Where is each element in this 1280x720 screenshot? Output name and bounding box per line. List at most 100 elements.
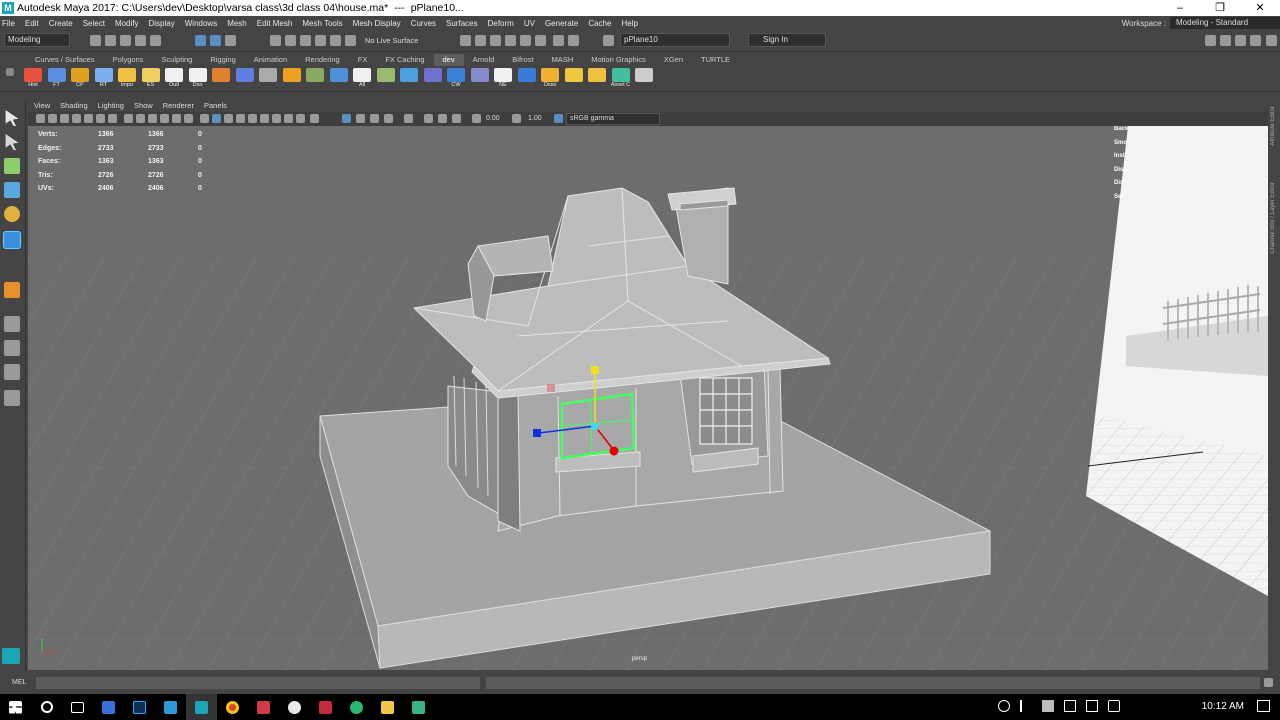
render-settings-icon[interactable] (490, 35, 501, 46)
shelf-button-impo-icon[interactable] (118, 68, 136, 82)
shelf-tab-rendering[interactable]: Rendering (296, 54, 349, 66)
menu-mesh-display[interactable]: Mesh Display (353, 19, 401, 28)
close-button[interactable]: ✕ (1240, 0, 1280, 16)
field-chart-icon[interactable] (160, 114, 169, 123)
notification-icon[interactable] (1257, 700, 1270, 712)
shelf-tab-xgen[interactable]: XGen (655, 54, 692, 66)
gamma-value[interactable]: 1.00 (528, 115, 542, 122)
new-scene-icon[interactable] (90, 35, 101, 46)
shelf-button-27-icon[interactable] (635, 68, 653, 82)
shelf-button-17-icon[interactable] (400, 68, 418, 82)
app-icon-3[interactable] (155, 694, 186, 720)
isolate-select-icon[interactable] (342, 114, 351, 123)
arnold-render-icon[interactable] (535, 35, 546, 46)
menu-edit[interactable]: Edit (25, 19, 39, 28)
viewport-persp[interactable]: Verts: 1366 1366 0 Edges: 2733 2733 0 Faces: 1363… (28, 126, 1268, 670)
panel-menu-panels[interactable]: Panels (204, 101, 227, 110)
sign-in-button[interactable]: Sign In (748, 33, 826, 47)
backface-culling-icon[interactable] (384, 114, 393, 123)
shelf-tab-dev[interactable]: dev (433, 54, 464, 66)
channel-box-tab[interactable]: Channel Box / Layer Editor (1270, 182, 1276, 254)
menu-modify[interactable]: Modify (115, 19, 139, 28)
shelf-tab-animation[interactable]: Animation (245, 54, 296, 66)
playback-icon[interactable] (553, 35, 564, 46)
menu-help[interactable]: Help (621, 19, 637, 28)
menu-generate[interactable]: Generate (545, 19, 578, 28)
shelf-button-10-icon[interactable] (235, 68, 254, 82)
attribute-editor-tab[interactable]: Attribute Editor (1270, 106, 1276, 146)
move-tool-icon[interactable] (4, 182, 20, 198)
shelf-tab-arnold[interactable]: Arnold (464, 54, 504, 66)
snap-surface-icon[interactable] (330, 35, 341, 46)
scale-tool-icon[interactable] (3, 231, 21, 249)
select-tool-icon[interactable] (5, 110, 19, 126)
two-pane-layout-icon[interactable] (4, 364, 20, 380)
snap-point-icon[interactable] (300, 35, 311, 46)
resolution-gate-icon[interactable] (136, 114, 145, 123)
panel-menu-lighting[interactable]: Lighting (98, 101, 124, 110)
menu-display[interactable]: Display (149, 19, 175, 28)
sidebar-toggle-icon[interactable] (603, 35, 614, 46)
open-scene-icon[interactable] (105, 35, 116, 46)
snap-view-icon[interactable] (315, 35, 326, 46)
chevron-up-icon[interactable] (1020, 700, 1032, 712)
x-ray-joints-icon[interactable] (370, 114, 379, 123)
ipr-render-icon[interactable] (475, 35, 486, 46)
select-by-object-icon[interactable] (210, 35, 221, 46)
save-scene-icon[interactable] (120, 35, 131, 46)
clock[interactable]: 10:12 AM (1202, 701, 1244, 712)
people-icon[interactable] (998, 700, 1010, 712)
exposure-icon[interactable] (472, 114, 481, 123)
shelf-button-osso-icon[interactable] (541, 68, 559, 82)
2d-pan-zoom-icon[interactable] (84, 114, 93, 123)
view-transform-icon[interactable] (554, 114, 563, 123)
snap-vertex-icon[interactable] (345, 35, 356, 46)
search-icon[interactable] (31, 694, 62, 720)
grid-icon[interactable] (108, 114, 117, 123)
app-icon-7[interactable] (310, 694, 341, 720)
chrome-icon[interactable] (217, 694, 248, 720)
task-view-icon[interactable] (62, 694, 93, 720)
exposure-value[interactable]: 0.00 (486, 115, 500, 122)
app-icon-6[interactable] (279, 694, 310, 720)
app-icon-5[interactable] (248, 694, 279, 720)
shelf-tab-turtle[interactable]: TURTLE (692, 54, 739, 66)
hud-icon[interactable] (424, 114, 433, 123)
menu-surfaces[interactable]: Surfaces (446, 19, 478, 28)
shelf-button-25-icon[interactable] (588, 68, 606, 82)
pause-icon[interactable] (568, 35, 579, 46)
undo-icon[interactable] (135, 35, 146, 46)
menu-uv[interactable]: UV (524, 19, 535, 28)
shelf-button-rt-icon[interactable] (94, 68, 113, 82)
select-camera-icon[interactable] (36, 114, 45, 123)
color-management-icon[interactable] (452, 114, 461, 123)
workspace-selector[interactable]: Workspace : Modeling - Standard (1122, 16, 1280, 30)
color-space-dropdown[interactable]: sRGB gamma (566, 113, 660, 125)
shelf-tab-bifrost[interactable]: Bifrost (503, 54, 542, 66)
shelf-button-14-icon[interactable] (329, 68, 348, 82)
shelf-button-18-icon[interactable] (423, 68, 442, 82)
shelf-button-24-icon[interactable] (564, 68, 583, 82)
film-gate-icon[interactable] (124, 114, 133, 123)
shelf-button-dso-icon[interactable] (188, 68, 207, 82)
menu-curves[interactable]: Curves (411, 19, 436, 28)
command-input[interactable] (36, 677, 480, 689)
shelf-tab-fx[interactable]: FX (349, 54, 377, 66)
menu-edit-mesh[interactable]: Edit Mesh (257, 19, 293, 28)
app-icon-8[interactable] (341, 694, 372, 720)
attribute-editor-toggle-icon[interactable] (1235, 35, 1246, 46)
shelf-button-outl-icon[interactable] (165, 68, 183, 82)
shelf-button-es-icon[interactable] (141, 68, 160, 82)
start-button[interactable] (0, 694, 31, 720)
app-icon-10[interactable] (403, 694, 434, 720)
render-current-icon[interactable] (460, 35, 471, 46)
shelf-button-11-icon[interactable] (259, 68, 277, 82)
shelf-button-cw-icon[interactable] (447, 68, 465, 82)
menu-select[interactable]: Select (83, 19, 105, 28)
select-by-component-icon[interactable] (225, 35, 236, 46)
shelf-button-20-icon[interactable] (470, 68, 489, 82)
shelf-button-hist-icon[interactable] (24, 68, 42, 82)
live-surface-label[interactable]: No Live Surface (365, 36, 418, 45)
polygon-cube-icon[interactable] (4, 282, 20, 298)
panel-menu-shading[interactable]: Shading (60, 101, 88, 110)
